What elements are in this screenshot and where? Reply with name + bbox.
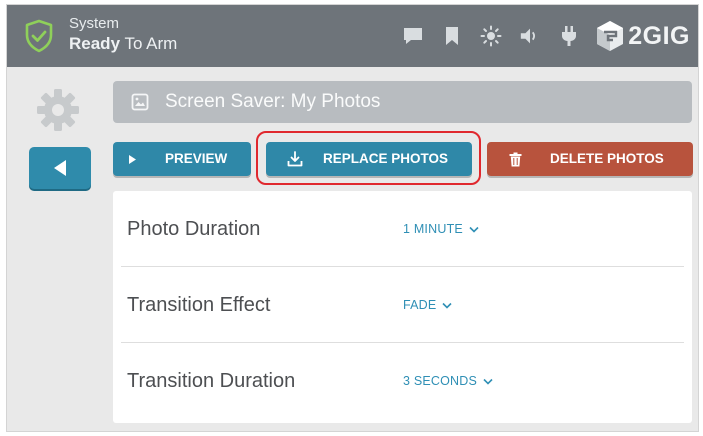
cube-logo-icon [597, 21, 624, 51]
delete-photos-label: DELETE PHOTOS [550, 151, 664, 166]
setting-value: FADE [403, 298, 437, 312]
system-status[interactable]: System Ready To Arm [69, 15, 177, 55]
preview-label: PREVIEW [165, 151, 228, 166]
back-button[interactable] [29, 147, 91, 189]
setting-value: 1 MINUTE [403, 222, 463, 236]
settings-list: Photo Duration 1 MINUTE Transition Effec… [113, 191, 692, 423]
setting-dropdown[interactable]: FADE [403, 267, 453, 343]
panel-screen: System Ready To Arm 2GIG Screen Saver: M… [6, 4, 699, 432]
status-value: Ready To Arm [69, 34, 178, 53]
quick-icons [402, 25, 580, 47]
setting-row-transition-effect[interactable]: Transition Effect FADE [113, 267, 692, 343]
setting-row-photo-duration[interactable]: Photo Duration 1 MINUTE [113, 191, 692, 267]
chevron-down-icon [469, 226, 479, 233]
page-title-bar: Screen Saver: My Photos [113, 81, 692, 123]
power-plug-icon[interactable] [558, 25, 580, 47]
setting-label: Photo Duration [127, 218, 261, 240]
trash-icon [507, 142, 523, 176]
chevron-down-icon [442, 302, 453, 309]
brand-logo: 2GIG [596, 17, 690, 55]
replace-photos-highlight [256, 131, 481, 185]
setting-row-transition-duration[interactable]: Transition Duration 3 SECONDS [113, 343, 692, 419]
status-bar: System Ready To Arm 2GIG [7, 5, 698, 67]
shield-check-icon [25, 19, 53, 53]
image-icon [131, 93, 149, 111]
setting-label: Transition Effect [127, 294, 271, 316]
volume-icon[interactable] [519, 25, 541, 47]
chat-icon[interactable] [402, 25, 424, 47]
back-arrow-icon [54, 160, 66, 176]
preview-button[interactable]: PREVIEW [113, 142, 251, 176]
page-title: Screen Saver: My Photos [165, 91, 381, 112]
setting-dropdown[interactable]: 1 MINUTE [403, 191, 479, 267]
gear-icon[interactable] [35, 87, 81, 133]
chevron-down-icon [483, 378, 493, 385]
status-label: System [69, 15, 120, 32]
setting-label: Transition Duration [127, 370, 296, 392]
setting-dropdown[interactable]: 3 SECONDS [403, 343, 493, 419]
play-icon [125, 142, 139, 176]
delete-photos-button[interactable]: DELETE PHOTOS [487, 142, 693, 176]
bookmark-icon[interactable] [441, 25, 463, 47]
brand-name: 2GIG [628, 21, 690, 50]
setting-value: 3 SECONDS [403, 374, 478, 388]
brightness-icon[interactable] [480, 25, 502, 47]
